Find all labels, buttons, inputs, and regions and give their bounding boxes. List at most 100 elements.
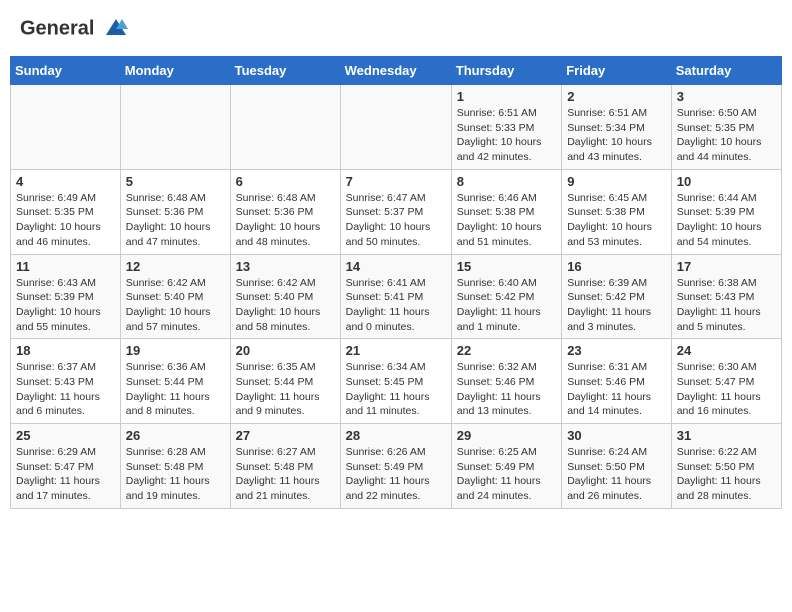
calendar-week-row: 25 Sunrise: 6:29 AM Sunset: 5:47 PM Dayli… <box>11 424 782 509</box>
day-info: Sunrise: 6:48 AM Sunset: 5:36 PM Dayligh… <box>236 191 335 250</box>
calendar-week-row: 1 Sunrise: 6:51 AM Sunset: 5:33 PM Daylig… <box>11 85 782 170</box>
calendar-cell: 24 Sunrise: 6:30 AM Sunset: 5:47 PM Dayli… <box>671 339 781 424</box>
day-number: 9 <box>567 174 666 189</box>
day-number: 29 <box>457 428 556 443</box>
day-info: Sunrise: 6:25 AM Sunset: 5:49 PM Dayligh… <box>457 445 556 504</box>
day-info: Sunrise: 6:31 AM Sunset: 5:46 PM Dayligh… <box>567 360 666 419</box>
day-info: Sunrise: 6:51 AM Sunset: 5:34 PM Dayligh… <box>567 106 666 165</box>
calendar-cell <box>230 85 340 170</box>
calendar-cell: 22 Sunrise: 6:32 AM Sunset: 5:46 PM Dayli… <box>451 339 561 424</box>
day-number: 14 <box>346 259 446 274</box>
day-info: Sunrise: 6:32 AM Sunset: 5:46 PM Dayligh… <box>457 360 556 419</box>
day-number: 4 <box>16 174 115 189</box>
day-info: Sunrise: 6:39 AM Sunset: 5:42 PM Dayligh… <box>567 276 666 335</box>
day-info: Sunrise: 6:40 AM Sunset: 5:42 PM Dayligh… <box>457 276 556 335</box>
day-info: Sunrise: 6:38 AM Sunset: 5:43 PM Dayligh… <box>677 276 776 335</box>
day-number: 7 <box>346 174 446 189</box>
day-number: 24 <box>677 343 776 358</box>
day-number: 28 <box>346 428 446 443</box>
calendar-cell: 15 Sunrise: 6:40 AM Sunset: 5:42 PM Dayli… <box>451 254 561 339</box>
day-info: Sunrise: 6:46 AM Sunset: 5:38 PM Dayligh… <box>457 191 556 250</box>
day-number: 23 <box>567 343 666 358</box>
day-info: Sunrise: 6:44 AM Sunset: 5:39 PM Dayligh… <box>677 191 776 250</box>
logo: General <box>20 15 130 43</box>
day-number: 13 <box>236 259 335 274</box>
day-info: Sunrise: 6:37 AM Sunset: 5:43 PM Dayligh… <box>16 360 115 419</box>
day-info: Sunrise: 6:51 AM Sunset: 5:33 PM Dayligh… <box>457 106 556 165</box>
day-info: Sunrise: 6:30 AM Sunset: 5:47 PM Dayligh… <box>677 360 776 419</box>
day-info: Sunrise: 6:43 AM Sunset: 5:39 PM Dayligh… <box>16 276 115 335</box>
day-info: Sunrise: 6:29 AM Sunset: 5:47 PM Dayligh… <box>16 445 115 504</box>
calendar-cell: 12 Sunrise: 6:42 AM Sunset: 5:40 PM Dayli… <box>120 254 230 339</box>
calendar-cell: 5 Sunrise: 6:48 AM Sunset: 5:36 PM Daylig… <box>120 169 230 254</box>
calendar-cell: 17Sunrise: 6:38 AM Sunset: 5:43 PM Dayli… <box>671 254 781 339</box>
calendar-cell: 18Sunrise: 6:37 AM Sunset: 5:43 PM Dayli… <box>11 339 121 424</box>
weekday-header-sunday: Sunday <box>11 57 121 85</box>
calendar-cell: 19Sunrise: 6:36 AM Sunset: 5:44 PM Dayli… <box>120 339 230 424</box>
day-number: 16 <box>567 259 666 274</box>
day-info: Sunrise: 6:45 AM Sunset: 5:38 PM Dayligh… <box>567 191 666 250</box>
day-info: Sunrise: 6:50 AM Sunset: 5:35 PM Dayligh… <box>677 106 776 165</box>
logo-general: General <box>20 15 130 43</box>
day-info: Sunrise: 6:24 AM Sunset: 5:50 PM Dayligh… <box>567 445 666 504</box>
calendar-cell: 20 Sunrise: 6:35 AM Sunset: 5:44 PM Dayli… <box>230 339 340 424</box>
day-info: Sunrise: 6:26 AM Sunset: 5:49 PM Dayligh… <box>346 445 446 504</box>
day-number: 22 <box>457 343 556 358</box>
calendar-header-row: SundayMondayTuesdayWednesdayThursdayFrid… <box>11 57 782 85</box>
day-number: 2 <box>567 89 666 104</box>
day-info: Sunrise: 6:28 AM Sunset: 5:48 PM Dayligh… <box>126 445 225 504</box>
calendar-cell: 6 Sunrise: 6:48 AM Sunset: 5:36 PM Daylig… <box>230 169 340 254</box>
calendar-cell: 14 Sunrise: 6:41 AM Sunset: 5:41 PM Dayli… <box>340 254 451 339</box>
weekday-header-wednesday: Wednesday <box>340 57 451 85</box>
day-number: 3 <box>677 89 776 104</box>
calendar-cell: 23 Sunrise: 6:31 AM Sunset: 5:46 PM Dayli… <box>562 339 672 424</box>
calendar-cell: 13 Sunrise: 6:42 AM Sunset: 5:40 PM Dayli… <box>230 254 340 339</box>
day-number: 19 <box>126 343 225 358</box>
day-info: Sunrise: 6:42 AM Sunset: 5:40 PM Dayligh… <box>236 276 335 335</box>
day-number: 12 <box>126 259 225 274</box>
calendar-week-row: 18Sunrise: 6:37 AM Sunset: 5:43 PM Dayli… <box>11 339 782 424</box>
day-info: Sunrise: 6:42 AM Sunset: 5:40 PM Dayligh… <box>126 276 225 335</box>
day-info: Sunrise: 6:35 AM Sunset: 5:44 PM Dayligh… <box>236 360 335 419</box>
calendar-cell: 4 Sunrise: 6:49 AM Sunset: 5:35 PM Daylig… <box>11 169 121 254</box>
calendar-cell: 29 Sunrise: 6:25 AM Sunset: 5:49 PM Dayli… <box>451 424 561 509</box>
day-number: 25 <box>16 428 115 443</box>
logo-text: General <box>20 15 130 43</box>
day-info: Sunrise: 6:27 AM Sunset: 5:48 PM Dayligh… <box>236 445 335 504</box>
day-number: 20 <box>236 343 335 358</box>
day-number: 6 <box>236 174 335 189</box>
day-number: 5 <box>126 174 225 189</box>
day-number: 1 <box>457 89 556 104</box>
day-info: Sunrise: 6:34 AM Sunset: 5:45 PM Dayligh… <box>346 360 446 419</box>
day-number: 31 <box>677 428 776 443</box>
day-info: Sunrise: 6:41 AM Sunset: 5:41 PM Dayligh… <box>346 276 446 335</box>
calendar-cell: 21 Sunrise: 6:34 AM Sunset: 5:45 PM Dayli… <box>340 339 451 424</box>
calendar-cell: 30 Sunrise: 6:24 AM Sunset: 5:50 PM Dayli… <box>562 424 672 509</box>
day-number: 26 <box>126 428 225 443</box>
calendar-cell: 28 Sunrise: 6:26 AM Sunset: 5:49 PM Dayli… <box>340 424 451 509</box>
calendar-cell <box>340 85 451 170</box>
day-number: 8 <box>457 174 556 189</box>
day-info: Sunrise: 6:47 AM Sunset: 5:37 PM Dayligh… <box>346 191 446 250</box>
weekday-header-tuesday: Tuesday <box>230 57 340 85</box>
day-number: 30 <box>567 428 666 443</box>
page-header: General <box>10 10 782 48</box>
calendar-cell: 8 Sunrise: 6:46 AM Sunset: 5:38 PM Daylig… <box>451 169 561 254</box>
weekday-header-thursday: Thursday <box>451 57 561 85</box>
day-number: 21 <box>346 343 446 358</box>
day-number: 10 <box>677 174 776 189</box>
calendar-cell: 27Sunrise: 6:27 AM Sunset: 5:48 PM Dayli… <box>230 424 340 509</box>
weekday-header-friday: Friday <box>562 57 672 85</box>
day-info: Sunrise: 6:22 AM Sunset: 5:50 PM Dayligh… <box>677 445 776 504</box>
calendar-cell: 11Sunrise: 6:43 AM Sunset: 5:39 PM Dayli… <box>11 254 121 339</box>
calendar-cell: 25 Sunrise: 6:29 AM Sunset: 5:47 PM Dayli… <box>11 424 121 509</box>
calendar-week-row: 11Sunrise: 6:43 AM Sunset: 5:39 PM Dayli… <box>11 254 782 339</box>
calendar-cell: 2 Sunrise: 6:51 AM Sunset: 5:34 PM Daylig… <box>562 85 672 170</box>
day-info: Sunrise: 6:49 AM Sunset: 5:35 PM Dayligh… <box>16 191 115 250</box>
day-number: 15 <box>457 259 556 274</box>
weekday-header-monday: Monday <box>120 57 230 85</box>
calendar-cell: 31 Sunrise: 6:22 AM Sunset: 5:50 PM Dayli… <box>671 424 781 509</box>
logo-icon <box>102 15 130 43</box>
calendar-cell <box>120 85 230 170</box>
day-info: Sunrise: 6:48 AM Sunset: 5:36 PM Dayligh… <box>126 191 225 250</box>
